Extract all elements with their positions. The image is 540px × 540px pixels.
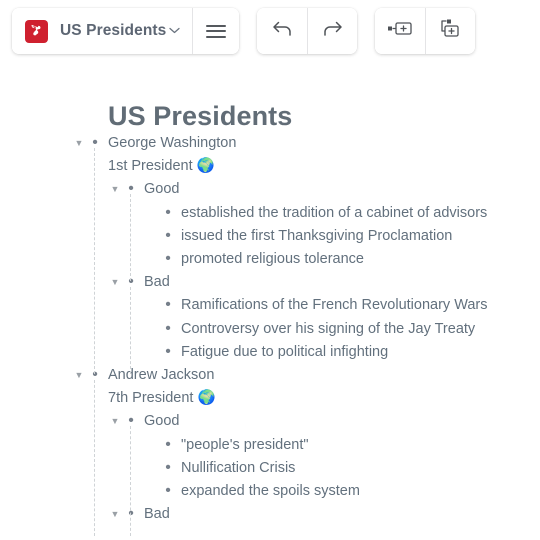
collapse-triangle-icon[interactable]: ▼ (74, 132, 84, 155)
outline-row-text: Bad (144, 274, 170, 291)
history-toolbar-group (257, 8, 358, 54)
bullet-icon[interactable]: • (163, 457, 173, 479)
bullet-icon[interactable]: • (126, 410, 136, 432)
bullet-icon[interactable]: • (163, 480, 173, 502)
insert-item-icon (387, 21, 413, 41)
bullet-icon[interactable]: • (126, 178, 136, 200)
hamburger-menu-button[interactable] (192, 8, 240, 54)
outline-guide-line (130, 194, 131, 282)
collapse-triangle-icon[interactable]: ▼ (74, 364, 84, 387)
document-toolbar-group: US Presidents (12, 8, 240, 54)
bullet-icon[interactable]: • (90, 132, 100, 154)
outline-row-text: Fatigue due to political infighting (181, 343, 389, 360)
document-page: US Presidents ▼ • George Washington 1st Pre… (0, 66, 540, 540)
bullet-icon[interactable]: • (163, 318, 173, 340)
outline-row-text: Andrew Jackson (108, 367, 215, 383)
outline-guide-line (130, 426, 131, 537)
outline-row-text: Good (144, 413, 180, 430)
outline-row-text: expanded the spoils system (181, 483, 360, 499)
bullet-icon[interactable]: • (163, 434, 173, 456)
bullet-icon[interactable]: • (163, 202, 173, 224)
outline-row-text: "people's president" (181, 436, 309, 453)
bullet-icon[interactable]: • (163, 294, 173, 316)
outline-row-text: Ramifications of the French Revolutionar… (181, 297, 488, 314)
bullet-icon[interactable]: • (163, 341, 173, 363)
dynalist-logo-icon (25, 19, 48, 43)
insert-item-button[interactable] (375, 8, 426, 54)
bullet-icon[interactable]: • (126, 271, 136, 293)
bullet-icon[interactable]: • (163, 248, 173, 270)
undo-arrow-icon (271, 19, 294, 43)
outline-row-text: George Washington (108, 135, 237, 151)
outline-guide-line (94, 380, 95, 537)
insert-toolbar-group (375, 8, 476, 54)
bullet-icon[interactable]: • (163, 225, 173, 247)
outline-tree: ▼ • George Washington 1st President 🌍 ▼ • Good… (0, 132, 540, 537)
collapse-triangle-icon[interactable]: ▼ (110, 271, 120, 294)
bullet-icon[interactable]: • (126, 503, 136, 525)
document-title-button[interactable]: US Presidents (12, 8, 193, 54)
collapse-triangle-icon[interactable]: ▼ (110, 178, 120, 201)
outline-row-text: promoted religious tolerance (181, 251, 364, 267)
outline-guide-line (130, 287, 131, 374)
bullet-icon[interactable]: • (90, 364, 100, 386)
collapse-triangle-icon[interactable]: ▼ (110, 503, 120, 526)
page-title: US Presidents (108, 101, 293, 131)
hamburger-menu-icon (206, 24, 227, 38)
outline-row-text: 7th President 🌍 (108, 390, 216, 407)
undo-button[interactable] (257, 8, 308, 54)
redo-arrow-icon (321, 19, 344, 43)
collapse-triangle-icon[interactable]: ▼ (110, 410, 120, 433)
outline-row-text: Bad (144, 506, 170, 523)
insert-child-item-button[interactable] (425, 8, 476, 54)
outline-row-text: Good (144, 181, 180, 198)
chevron-down-icon (169, 22, 181, 40)
outline-row-text: Nullification Crisis (181, 459, 296, 476)
outline-row-text: Controversy over his signing of the Jay … (181, 320, 476, 337)
top-toolbar: US Presidents (0, 0, 540, 66)
outline-guide-line (94, 148, 95, 374)
insert-child-item-icon (438, 19, 464, 43)
redo-button[interactable] (307, 8, 358, 54)
outline-row-text: issued the first Thanksgiving Proclamati… (181, 227, 453, 244)
outline-row-text: established the tradition of a cabinet o… (181, 204, 488, 221)
outline-row-text: 1st President 🌍 (108, 158, 215, 175)
document-title-label: US Presidents (60, 22, 181, 40)
